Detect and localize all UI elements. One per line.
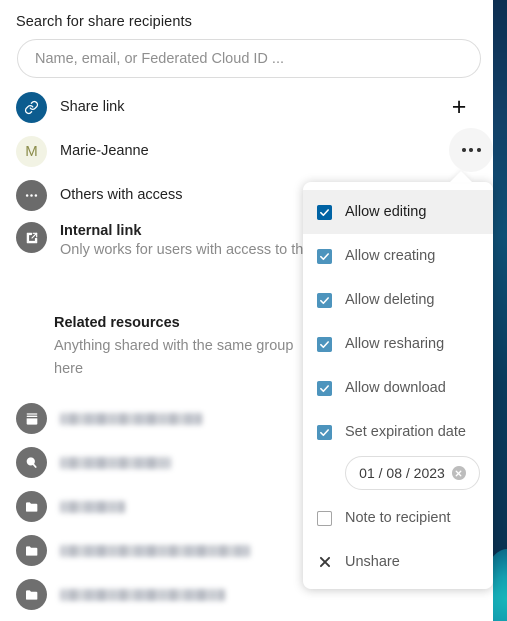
checkbox-unchecked-icon — [317, 510, 332, 526]
search-circle-icon — [16, 447, 47, 478]
menu-item-label: Allow deleting — [345, 292, 435, 308]
list-item[interactable] — [16, 491, 125, 522]
share-row-share-link[interactable]: Share link — [16, 89, 124, 125]
related-resources-description-line2: here — [54, 361, 84, 377]
menu-item-label: Note to recipient — [345, 510, 451, 526]
share-options-button[interactable] — [449, 128, 493, 172]
folder-icon — [16, 491, 47, 522]
menu-item-unshare[interactable]: Unshare — [303, 540, 493, 584]
internal-link-title: Internal link — [60, 223, 142, 239]
checkbox-checked-icon — [317, 380, 332, 396]
menu-item-allow-editing[interactable]: Allow editing — [303, 190, 493, 234]
related-resources-title: Related resources — [54, 315, 180, 331]
menu-item-label: Unshare — [345, 554, 400, 570]
folder-icon — [16, 535, 47, 566]
list-item[interactable] — [16, 535, 250, 566]
checkbox-checked-icon — [317, 424, 332, 440]
share-row-internal-link[interactable]: Internal link Only works for users with … — [16, 222, 303, 266]
expiration-date-field-wrapper: 01 / 08 / 2023 — [303, 454, 493, 490]
expiration-date-input[interactable]: 01 / 08 / 2023 — [345, 456, 480, 490]
menu-item-label: Set expiration date — [345, 424, 466, 440]
share-row-label: Others with access — [60, 187, 183, 203]
list-item[interactable] — [16, 579, 225, 610]
menu-item-allow-resharing[interactable]: Allow resharing — [303, 322, 493, 366]
checkbox-checked-icon — [317, 336, 332, 352]
menu-item-label: Allow download — [345, 380, 446, 396]
menu-item-label: Allow resharing — [345, 336, 445, 352]
share-row-label: Marie-Jeanne — [60, 143, 149, 159]
list-item[interactable] — [16, 403, 202, 434]
redacted-label — [60, 500, 125, 513]
list-item[interactable] — [16, 447, 171, 478]
search-label: Search for share recipients — [16, 14, 192, 30]
popover-pointer — [450, 171, 472, 182]
link-icon — [16, 91, 47, 123]
share-sidebar-screen: Search for share recipients Share link +… — [0, 0, 507, 621]
menu-item-allow-creating[interactable]: Allow creating — [303, 234, 493, 278]
internal-link-subtitle: Only works for users with access to th — [60, 242, 304, 258]
more-dots-icon — [16, 179, 47, 211]
menu-item-label: Allow creating — [345, 248, 436, 264]
expiration-date-value: 01 / 08 / 2023 — [359, 465, 445, 481]
checkbox-checked-icon — [317, 248, 332, 264]
desktop-background-strip — [493, 0, 507, 621]
redacted-label — [60, 412, 202, 425]
redacted-label — [60, 544, 250, 557]
avatar: M — [16, 135, 47, 167]
archive-icon — [16, 403, 47, 434]
menu-item-set-expiration-date[interactable]: Set expiration date — [303, 410, 493, 454]
redacted-label — [60, 588, 225, 601]
menu-item-allow-download[interactable]: Allow download — [303, 366, 493, 410]
folder-icon — [16, 579, 47, 610]
checkbox-checked-icon — [317, 204, 332, 220]
related-resources-description: Anything shared with the same group here — [54, 335, 306, 381]
close-icon — [317, 555, 332, 569]
permissions-popover: Allow editing Allow creating Allow delet… — [303, 182, 493, 589]
external-link-icon — [16, 222, 47, 253]
clear-date-icon[interactable] — [451, 466, 466, 480]
add-share-link-button[interactable]: + — [445, 93, 473, 121]
related-resources-description-line1: Anything shared with the same group — [54, 338, 294, 354]
menu-item-label: Allow editing — [345, 204, 427, 220]
share-row-others-with-access[interactable]: Others with access — [16, 177, 183, 213]
menu-item-note-to-recipient[interactable]: Note to recipient — [303, 496, 493, 540]
share-row-label: Share link — [60, 99, 125, 115]
checkbox-checked-icon — [317, 292, 332, 308]
share-row-marie-jeanne[interactable]: M Marie-Jeanne — [16, 133, 149, 169]
more-dots-icon — [461, 148, 481, 152]
redacted-label — [60, 456, 171, 469]
menu-item-allow-deleting[interactable]: Allow deleting — [303, 278, 493, 322]
search-input[interactable] — [17, 39, 481, 78]
